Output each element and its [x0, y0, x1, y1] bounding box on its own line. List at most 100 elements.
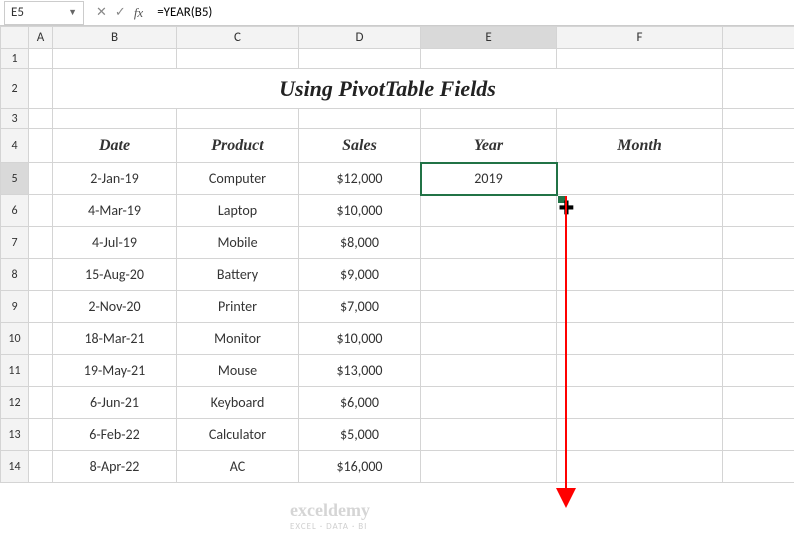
header-sales[interactable]: Sales: [299, 129, 421, 163]
cell-year[interactable]: [421, 291, 557, 323]
cell-sales[interactable]: $6,000: [299, 387, 421, 419]
table-row: 9 2-Nov-20 Printer $7,000: [1, 291, 794, 323]
name-box-dropdown-icon[interactable]: ▼: [68, 7, 77, 18]
cell-month[interactable]: [557, 195, 723, 227]
row-header[interactable]: 12: [1, 387, 29, 419]
cell-sales[interactable]: $5,000: [299, 419, 421, 451]
cell-sales[interactable]: $10,000: [299, 195, 421, 227]
cell-date[interactable]: 6-Jun-21: [53, 387, 177, 419]
cell-product[interactable]: Mouse: [177, 355, 299, 387]
cancel-icon[interactable]: ✕: [96, 5, 107, 20]
header-product[interactable]: Product: [177, 129, 299, 163]
row-header[interactable]: 10: [1, 323, 29, 355]
col-header-B[interactable]: B: [53, 27, 177, 49]
cell-month[interactable]: [557, 259, 723, 291]
cell-date[interactable]: 2-Jan-19: [53, 163, 177, 195]
header-month[interactable]: Month: [557, 129, 723, 163]
cell-month[interactable]: [557, 227, 723, 259]
col-header-A[interactable]: A: [29, 27, 53, 49]
table-row: 13 6-Feb-22 Calculator $5,000: [1, 419, 794, 451]
table-row: 7 4-Jul-19 Mobile $8,000: [1, 227, 794, 259]
cell-sales[interactable]: $13,000: [299, 355, 421, 387]
cell-sales[interactable]: $7,000: [299, 291, 421, 323]
row-header[interactable]: 5: [1, 163, 29, 195]
page-title: Using PivotTable Fields: [53, 69, 722, 108]
cell-sales[interactable]: $12,000: [299, 163, 421, 195]
cell-sales[interactable]: $9,000: [299, 259, 421, 291]
formula-input[interactable]: [151, 1, 794, 25]
cell-year[interactable]: [421, 451, 557, 483]
cell-product[interactable]: Calculator: [177, 419, 299, 451]
row-header[interactable]: 7: [1, 227, 29, 259]
table-row: 5 2-Jan-19 Computer $12,000 2019 ✚: [1, 163, 794, 195]
cell-date[interactable]: 18-Mar-21: [53, 323, 177, 355]
cell-month[interactable]: [557, 323, 723, 355]
row-header[interactable]: 1: [1, 49, 29, 69]
title-cell[interactable]: Using PivotTable Fields: [53, 69, 723, 109]
cell-year[interactable]: [421, 387, 557, 419]
row-header[interactable]: 6: [1, 195, 29, 227]
accept-icon[interactable]: ✓: [115, 5, 126, 20]
cell-product[interactable]: Monitor: [177, 323, 299, 355]
col-header-E[interactable]: E: [421, 27, 557, 49]
table-row: 11 19-May-21 Mouse $13,000: [1, 355, 794, 387]
fill-cursor-icon: ✚: [559, 203, 574, 213]
cell-year[interactable]: [421, 419, 557, 451]
table-row: 14 8-Apr-22 AC $16,000: [1, 451, 794, 483]
col-header-C[interactable]: C: [177, 27, 299, 49]
table-row: 10 18-Mar-21 Monitor $10,000: [1, 323, 794, 355]
row-header[interactable]: 9: [1, 291, 29, 323]
fill-handle[interactable]: ✚: [554, 192, 570, 208]
grid[interactable]: A B C D E F 1 2 Using PivotTable Fields …: [0, 26, 794, 483]
cell-sales[interactable]: $8,000: [299, 227, 421, 259]
cell-month[interactable]: [557, 451, 723, 483]
cell-sales[interactable]: $16,000: [299, 451, 421, 483]
active-cell-year[interactable]: 2019 ✚: [421, 163, 557, 195]
row-header[interactable]: 13: [1, 419, 29, 451]
cell-product[interactable]: Laptop: [177, 195, 299, 227]
cell-date[interactable]: 4-Mar-19: [53, 195, 177, 227]
cell-product[interactable]: Computer: [177, 163, 299, 195]
row-header[interactable]: 8: [1, 259, 29, 291]
cell-sales[interactable]: $10,000: [299, 323, 421, 355]
name-box[interactable]: E5 ▼: [4, 1, 84, 25]
cell-year[interactable]: [421, 259, 557, 291]
cell-date[interactable]: 19-May-21: [53, 355, 177, 387]
cell-product[interactable]: AC: [177, 451, 299, 483]
table-row: 6 4-Mar-19 Laptop $10,000: [1, 195, 794, 227]
cell-year[interactable]: [421, 323, 557, 355]
cell-year[interactable]: [421, 355, 557, 387]
row-header[interactable]: 2: [1, 69, 29, 109]
watermark-sub: EXCEL · DATA · BI: [290, 521, 370, 532]
cell-date[interactable]: 6-Feb-22: [53, 419, 177, 451]
fx-icon[interactable]: fx: [134, 5, 143, 21]
cell-month[interactable]: [557, 419, 723, 451]
cell-date[interactable]: 8-Apr-22: [53, 451, 177, 483]
row-header[interactable]: 14: [1, 451, 29, 483]
row-header[interactable]: 3: [1, 109, 29, 129]
cell-year[interactable]: [421, 227, 557, 259]
col-header-D[interactable]: D: [299, 27, 421, 49]
select-all-corner[interactable]: [1, 27, 29, 49]
header-date[interactable]: Date: [53, 129, 177, 163]
table-row: 8 15-Aug-20 Battery $9,000: [1, 259, 794, 291]
watermark: exceldemy EXCEL · DATA · BI: [290, 500, 370, 532]
cell-month[interactable]: [557, 387, 723, 419]
col-header-extra[interactable]: [723, 27, 794, 49]
table-row: 12 6-Jun-21 Keyboard $6,000: [1, 387, 794, 419]
row-header[interactable]: 4: [1, 129, 29, 163]
cell-product[interactable]: Keyboard: [177, 387, 299, 419]
col-header-F[interactable]: F: [557, 27, 723, 49]
row-header[interactable]: 11: [1, 355, 29, 387]
header-year[interactable]: Year: [421, 129, 557, 163]
cell-month[interactable]: [557, 355, 723, 387]
cell-year[interactable]: [421, 195, 557, 227]
cell-date[interactable]: 15-Aug-20: [53, 259, 177, 291]
cell-date[interactable]: 4-Jul-19: [53, 227, 177, 259]
cell-month[interactable]: [557, 291, 723, 323]
cell-product[interactable]: Battery: [177, 259, 299, 291]
cell-product[interactable]: Mobile: [177, 227, 299, 259]
cell-date[interactable]: 2-Nov-20: [53, 291, 177, 323]
cell-month[interactable]: [557, 163, 723, 195]
cell-product[interactable]: Printer: [177, 291, 299, 323]
